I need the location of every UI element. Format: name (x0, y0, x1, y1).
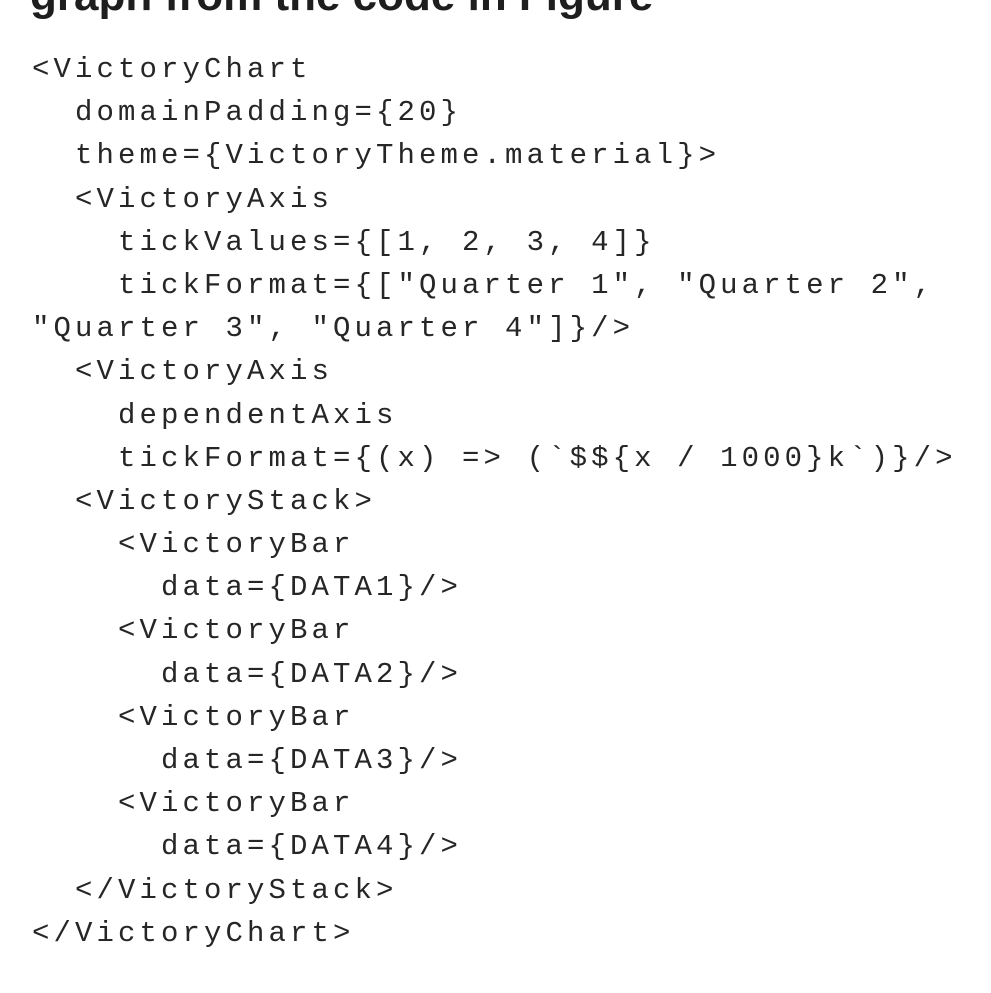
code-line: </VictoryChart> (32, 916, 355, 950)
code-line: <VictoryAxis (32, 355, 334, 389)
code-line: tickValues={[1, 2, 3, 4]} (32, 225, 656, 259)
code-line: <VictoryChart (32, 53, 312, 86)
page-heading: graph from the code in Figure (30, 0, 653, 18)
code-line: dependentAxis (32, 398, 398, 432)
code-line: "Quarter 3", "Quarter 4"]}/> (32, 312, 635, 346)
code-line: data={DATA1}/> (32, 571, 463, 605)
code-line: <VictoryBar (32, 787, 355, 821)
code-line: domainPadding={20} (32, 96, 463, 130)
code-line: data={DATA3}/> (32, 744, 463, 777)
code-block: <VictoryChart domainPadding={20} theme={… (32, 48, 982, 955)
code-line: data={DATA4}/> (32, 830, 463, 864)
code-line: </VictoryStack> (32, 873, 398, 907)
code-line: <VictoryBar (32, 700, 355, 734)
code-line: data={DATA2}/> (32, 657, 463, 691)
code-line: tickFormat={["Quarter 1", "Quarter 2", (32, 268, 936, 302)
code-line: <VictoryBar (32, 528, 355, 562)
code-line: <VictoryBar (32, 614, 355, 648)
code-line: <VictoryStack> (32, 484, 377, 518)
code-line: theme={VictoryTheme.material}> (32, 139, 721, 173)
code-line: <VictoryAxis (32, 182, 334, 216)
code-line: tickFormat={(x) => (`$${x / 1000}k`)}/> (32, 441, 957, 475)
